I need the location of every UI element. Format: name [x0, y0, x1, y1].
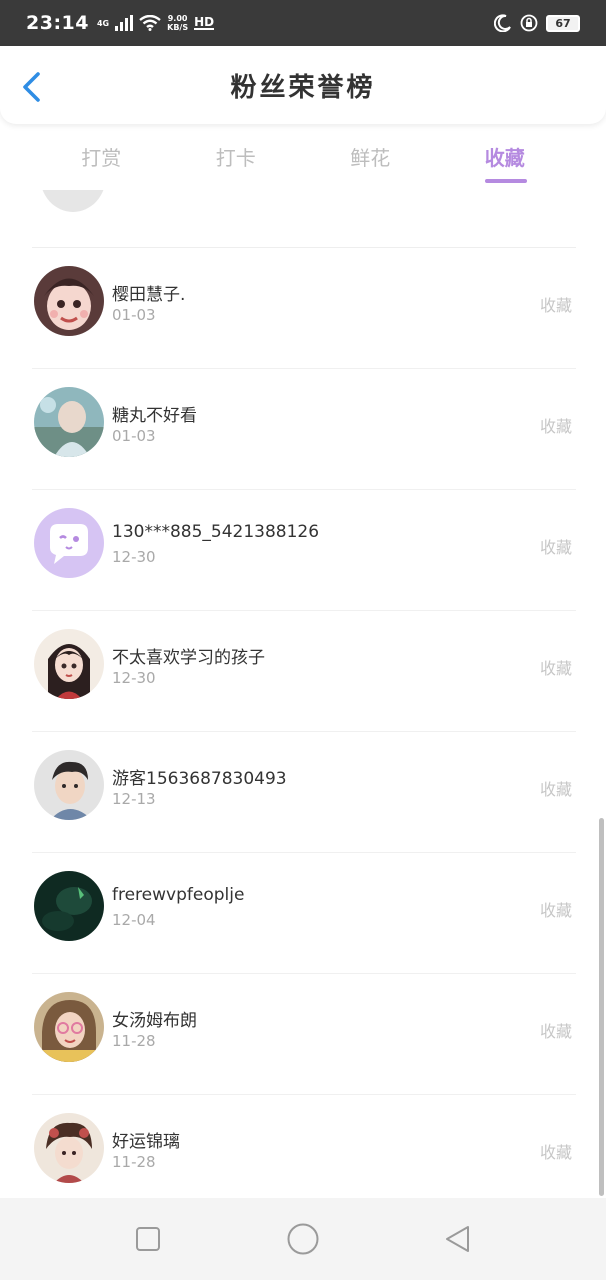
user-date: 12-30	[112, 548, 156, 566]
tab-label: 打赏	[81, 146, 122, 170]
scrollbar[interactable]	[599, 818, 604, 1196]
photo-avatar-icon	[34, 387, 104, 457]
action-label: 收藏	[539, 417, 572, 436]
back-button[interactable]	[438, 1219, 478, 1259]
tab-reward[interactable]: 打赏	[61, 124, 141, 184]
home-button[interactable]	[283, 1219, 323, 1259]
recent-apps-button[interactable]	[128, 1219, 168, 1259]
back-arrow-icon[interactable]	[18, 70, 48, 104]
user-name: 好运锦璃	[112, 1132, 180, 1152]
list-item[interactable]: 不太喜欢学习的孩子 12-30 收藏	[32, 611, 576, 732]
action-label: 收藏	[539, 296, 572, 315]
speed-unit: KB/S	[167, 23, 189, 32]
avatar	[40, 190, 106, 212]
girl-illustration-avatar-icon	[34, 629, 104, 699]
list-item[interactable]: 好运锦璃 11-28 收藏	[32, 1095, 576, 1198]
tab-bar: 打赏 打卡 鲜花 收藏	[0, 124, 606, 190]
avatar	[34, 266, 104, 336]
action-label: 收藏	[539, 1143, 572, 1162]
status-right: 67	[494, 14, 580, 32]
tab-label: 打卡	[215, 146, 256, 170]
user-date: 01-03	[112, 427, 156, 445]
tab-flowers[interactable]: 鲜花	[330, 124, 410, 184]
user-date: 11-28	[112, 1153, 156, 1171]
wifi-icon	[139, 15, 161, 31]
avatar	[34, 1113, 104, 1183]
user-name: 樱田慧子.	[112, 285, 186, 305]
speed-value: 9.00	[167, 14, 188, 23]
action-label: 收藏	[539, 538, 572, 557]
user-name: 游客1563687830493	[112, 769, 287, 789]
boy-illustration-avatar-icon	[34, 750, 104, 820]
tab-label: 收藏	[484, 146, 525, 170]
list-item[interactable]: 糖丸不好看 01-03 收藏	[32, 369, 576, 490]
girl-photo-avatar-icon	[34, 992, 104, 1062]
dark-green-avatar-icon	[34, 871, 104, 941]
list-item-partial	[32, 190, 576, 248]
list-item[interactable]: 女汤姆布朗 11-28 收藏	[32, 974, 576, 1095]
action-label: 收藏	[539, 659, 572, 678]
user-date: 12-04	[112, 911, 156, 929]
avatar	[34, 871, 104, 941]
avatar	[34, 508, 104, 578]
avatar	[34, 629, 104, 699]
moon-icon	[494, 14, 511, 32]
lock-rotation-icon	[520, 14, 538, 32]
battery-icon: 67	[546, 14, 580, 32]
costume-girl-avatar-icon	[34, 1113, 104, 1183]
home-icon	[287, 1223, 319, 1255]
user-date: 12-30	[112, 669, 156, 687]
user-name: 女汤姆布朗	[112, 1011, 197, 1031]
status-bar: 23:14 4G 9.00 KB/S HD 67	[0, 0, 606, 46]
tab-label: 鲜花	[350, 146, 391, 170]
battery-level: 67	[555, 16, 571, 30]
list-item[interactable]: 游客1563687830493 12-13 收藏	[32, 732, 576, 853]
user-name: 不太喜欢学习的孩子	[112, 648, 265, 668]
anime-girl-avatar-icon	[34, 266, 104, 336]
hd-indicator: HD	[194, 15, 215, 30]
network-speed: 9.00 KB/S	[167, 14, 188, 32]
action-label: 收藏	[539, 901, 572, 920]
network-indicators: 4G 9.00 KB/S HD	[96, 14, 215, 32]
avatar	[34, 387, 104, 457]
avatar	[34, 750, 104, 820]
tab-favorites[interactable]: 收藏	[465, 124, 545, 184]
action-label: 收藏	[539, 780, 572, 799]
user-date: 11-28	[112, 1032, 156, 1050]
user-name: 130***885_5421388126	[112, 522, 320, 542]
page-title: 粉丝荣誉榜	[230, 72, 376, 103]
back-icon	[446, 1226, 470, 1252]
tab-checkin[interactable]: 打卡	[196, 124, 276, 184]
system-nav-bar	[0, 1198, 606, 1280]
list-item[interactable]: frerewvpfeoplje 12-04 收藏	[32, 853, 576, 974]
fan-list[interactable]: 樱田慧子. 01-03 收藏 糖丸不好看 01-03 收藏 130***885_…	[0, 190, 606, 1198]
list-item[interactable]: 樱田慧子. 01-03 收藏	[32, 248, 576, 369]
user-name: 糖丸不好看	[112, 406, 197, 426]
user-name: frerewvpfeoplje	[112, 885, 245, 905]
chat-bubble-avatar-icon	[34, 508, 104, 578]
avatar	[34, 992, 104, 1062]
network-type: 4G	[96, 18, 110, 28]
list-item[interactable]: 130***885_5421388126 12-30 收藏	[32, 490, 576, 611]
user-date: 01-03	[112, 306, 156, 324]
status-time: 23:14	[26, 12, 89, 34]
recent-apps-icon	[135, 1227, 160, 1251]
action-label: 收藏	[539, 1022, 572, 1041]
user-date: 12-13	[112, 790, 156, 808]
signal-icon	[115, 15, 134, 31]
header: 粉丝荣誉榜	[0, 46, 606, 124]
